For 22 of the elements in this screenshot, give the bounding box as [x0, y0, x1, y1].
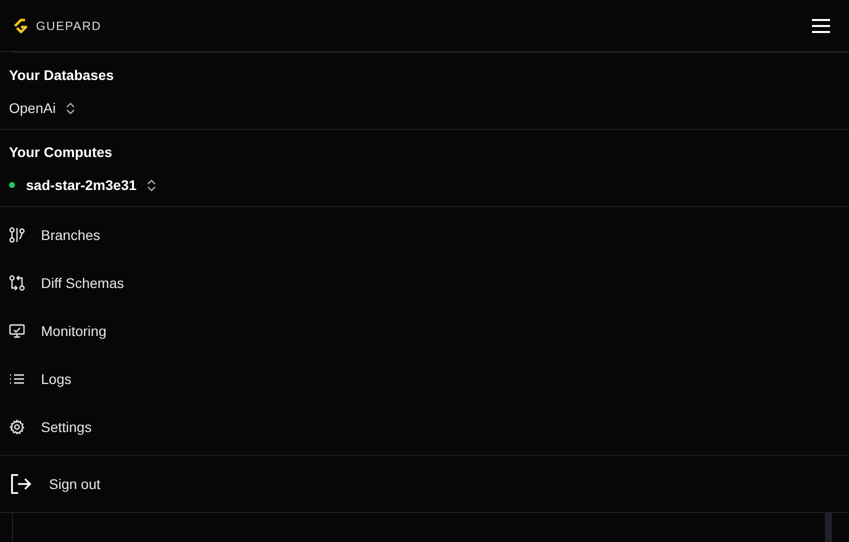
database-selector[interactable]: OpenAi [9, 100, 75, 116]
chevron-up-down-icon [66, 102, 75, 114]
monitor-icon [9, 323, 25, 339]
sign-out-link[interactable]: Sign out [0, 474, 100, 494]
chevron-up-down-icon [146, 178, 156, 192]
menu-icon [812, 18, 830, 32]
settings-icon [9, 419, 25, 435]
section-title: Your Computes [9, 143, 114, 161]
sign-out-icon [10, 474, 32, 494]
scrollbar[interactable] [825, 513, 832, 542]
section-title: Your Databases [9, 66, 115, 84]
nav-item[interactable]: Logs [0, 355, 80, 403]
logo-text: GUEPARD [36, 18, 102, 32]
nav-item[interactable]: Settings [0, 403, 100, 451]
diff-icon [9, 275, 25, 291]
menu-button[interactable] [812, 18, 830, 32]
compute-selector[interactable]: sad-star-2m3e31 [9, 177, 156, 193]
logo-icon [12, 18, 30, 34]
branch-icon [9, 227, 25, 243]
nav-item[interactable]: Monitoring [0, 307, 114, 355]
nav-item[interactable]: Branches [0, 211, 108, 259]
nav-item[interactable]: Diff Schemas [0, 259, 132, 307]
